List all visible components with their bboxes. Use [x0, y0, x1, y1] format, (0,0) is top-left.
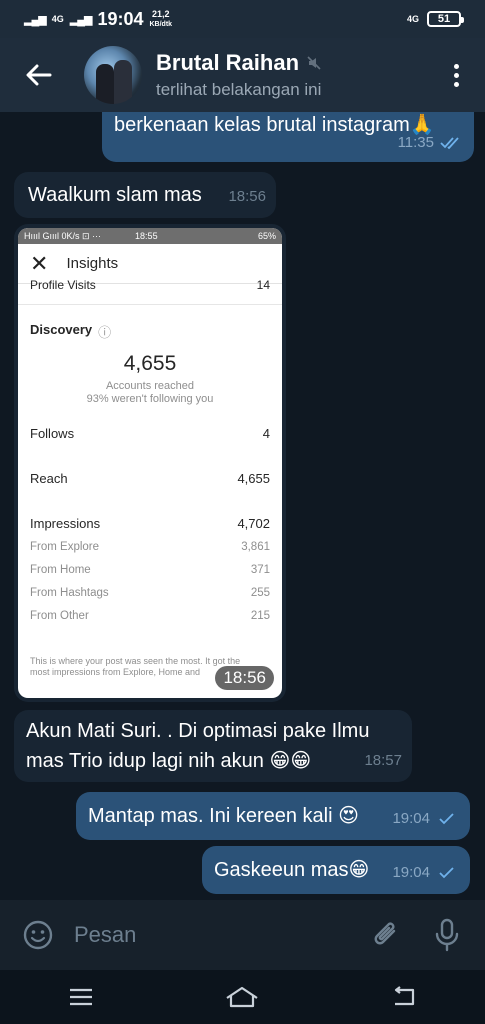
emoji-button[interactable]	[18, 915, 58, 955]
accounts-reached-value: 4,655	[123, 352, 177, 375]
menu-lines-icon	[69, 988, 92, 1006]
check-icon	[439, 813, 454, 825]
message-input-bar: Pesan	[0, 900, 485, 970]
status-bar: ▂▄▆ 4G ▂▄▆ 19:04 21,2 KB/dtk 4G 51	[0, 0, 485, 38]
message-time: 11:35	[397, 134, 434, 151]
return-arrow-icon	[395, 986, 415, 1006]
arrow-left-icon	[26, 64, 52, 86]
network-speed: 21,2 KB/dtk	[149, 8, 173, 28]
message-time: 18:57	[364, 752, 402, 769]
network-type: 4G	[51, 13, 64, 24]
chat-header: Brutal Raihan terlihat belakangan ini	[0, 38, 485, 112]
back-button[interactable]	[14, 50, 64, 100]
discovery-heading: Discovery ⓘ	[30, 322, 112, 340]
message-text: berkenaan kelas brutal instagram🙏	[114, 114, 435, 136]
clock: 19:04	[97, 8, 144, 29]
insights-screenshot-image[interactable]: Hıııl Gıııl 0K/s ⊡ ··· 18:55 65% ✕ Insig…	[18, 228, 282, 698]
attach-button[interactable]	[367, 915, 407, 955]
message-text: Waalkum slam mas	[28, 184, 202, 206]
impressions-row: Impressions 4,702	[30, 516, 270, 531]
accounts-reached-label: Accounts reached	[105, 380, 195, 392]
message-outgoing[interactable]: berkenaan kelas brutal instagram🙏 11:35	[102, 112, 474, 162]
avatar[interactable]	[84, 46, 142, 104]
message-input[interactable]: Pesan	[74, 922, 367, 948]
screenshot-status-bar: Hıııl Gıııl 0K/s ⊡ ··· 18:55 65%	[18, 228, 282, 244]
message-outgoing[interactable]: Mantap mas. Ini kereen kali 😍 19:04	[76, 792, 470, 840]
double-check-icon	[440, 137, 459, 149]
source-row: From Hashtags 255	[30, 587, 270, 599]
back-nav-button[interactable]	[384, 977, 424, 1017]
signal-icon: ▂▄▆	[24, 13, 47, 26]
message-time: 19:04	[392, 810, 430, 827]
message-incoming[interactable]: Waalkum slam mas 18:56	[14, 172, 276, 218]
right-network-type: 4G	[406, 13, 419, 24]
recents-button[interactable]	[61, 977, 101, 1017]
system-nav-bar	[0, 970, 485, 1024]
info-icon: ⓘ	[98, 325, 112, 340]
chat-area[interactable]: berkenaan kelas brutal instagram🙏 11:35 …	[0, 112, 485, 900]
message-text: Gaskeeun mas😁	[214, 859, 370, 881]
message-photo[interactable]: Hıııl Gıııl 0K/s ⊡ ··· 18:55 65% ✕ Insig…	[14, 224, 286, 702]
source-row: From Explore 3,861	[30, 541, 270, 553]
source-row: From Other 215	[30, 610, 270, 622]
home-button[interactable]	[222, 977, 262, 1017]
more-options-button[interactable]	[441, 55, 471, 95]
battery-icon: 51	[427, 11, 464, 27]
mute-icon	[307, 56, 321, 70]
message-outgoing[interactable]: Gaskeeun mas😁 19:04	[202, 846, 470, 894]
reach-row: Reach 4,655	[30, 471, 270, 486]
home-icon	[226, 986, 259, 1008]
close-icon: ✕	[30, 250, 49, 276]
screenshot-title: Insights	[66, 255, 119, 272]
microphone-icon	[435, 918, 459, 952]
check-icon	[439, 867, 454, 879]
not-following-percent: 93% weren't following you	[86, 393, 214, 405]
last-seen-status: terlihat belakangan ini	[156, 80, 322, 99]
message-text-line: mas Trio idup lagi nih akun 😁😁	[26, 750, 312, 772]
paperclip-icon	[374, 922, 396, 945]
message-time: 19:04	[392, 864, 430, 881]
profile-visits-row: Profile Visits 14	[30, 278, 270, 292]
contact-name: Brutal Raihan	[156, 50, 300, 75]
message-text-line: Akun Mati Suri. . Di optimasi pake Ilmu	[26, 720, 370, 742]
message-time: 18:56	[215, 666, 274, 690]
message-text: Mantap mas. Ini kereen kali 😍	[88, 805, 359, 827]
source-row: From Home 371	[30, 564, 270, 576]
voice-message-button[interactable]	[427, 915, 467, 955]
follows-row: Follows 4	[30, 426, 270, 441]
message-time: 18:56	[228, 188, 266, 205]
signal-icon-2: ▂▄▆	[69, 13, 93, 26]
message-incoming[interactable]: Akun Mati Suri. . Di optimasi pake Ilmu …	[14, 710, 412, 782]
contact-info[interactable]: Brutal Raihan terlihat belakangan ini	[156, 50, 441, 100]
smiley-icon	[23, 920, 53, 950]
